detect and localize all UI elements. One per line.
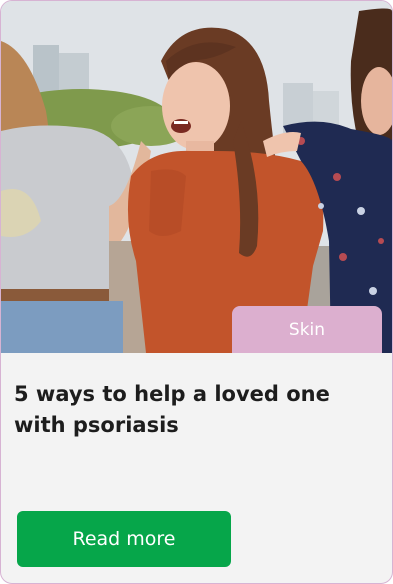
read-more-button[interactable]: Read more xyxy=(17,511,231,567)
article-photo: Skin xyxy=(1,1,392,353)
category-tag: Skin xyxy=(232,306,382,353)
article-title[interactable]: 5 ways to help a loved one with psoriasi… xyxy=(14,379,354,441)
category-tag-label: Skin xyxy=(288,319,326,340)
article-card[interactable]: Skin 5 ways to help a loved one with pso… xyxy=(0,0,393,584)
